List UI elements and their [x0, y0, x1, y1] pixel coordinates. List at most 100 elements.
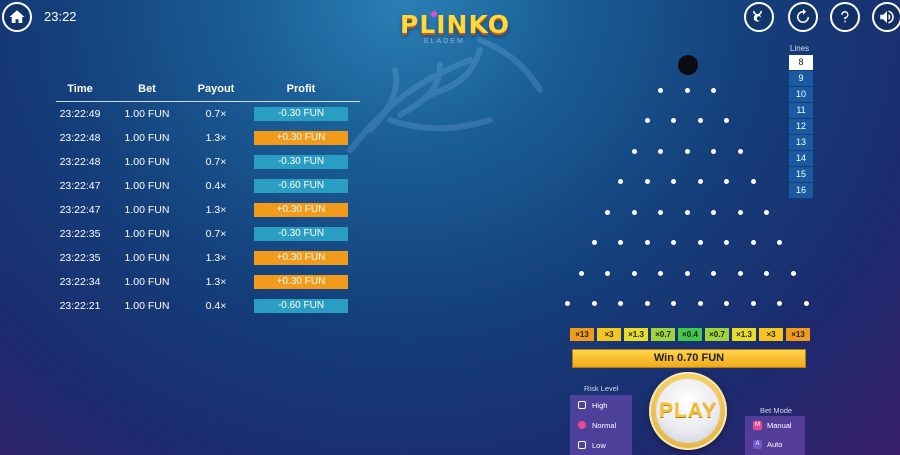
- peg: [658, 148, 663, 154]
- profit-badge: +0.30 FUN: [254, 203, 348, 217]
- lines-option-8[interactable]: 8: [789, 55, 813, 71]
- table-row: 23:22:48 1.00 FUN 0.7× -0.30 FUN: [56, 150, 360, 174]
- col-profit: Profit: [242, 80, 360, 102]
- cell-profit: -0.60 FUN: [242, 294, 360, 318]
- lines-option-13[interactable]: 13: [789, 135, 813, 151]
- cell-profit: -0.60 FUN: [242, 174, 360, 198]
- cell-time: 23:22:47: [59, 180, 101, 192]
- play-button[interactable]: PLAY: [649, 372, 727, 450]
- peg: [671, 179, 677, 184]
- peg: [631, 148, 637, 154]
- peg: [764, 270, 769, 276]
- table-header-row: Time Bet Payout Profit: [56, 80, 360, 102]
- peg: [711, 148, 716, 154]
- cell-bet: 1.00 FUN: [124, 132, 170, 144]
- peg: [644, 301, 650, 306]
- bet-mode-label: Auto: [767, 440, 783, 449]
- cell-bet: 1.00 FUN: [124, 300, 170, 312]
- logo-subtitle: ELADEM: [424, 38, 465, 45]
- multiplier-bucket: ×3: [597, 328, 621, 341]
- bet-mode-auto[interactable]: A Auto: [745, 435, 805, 454]
- peg: [618, 240, 624, 245]
- peg: [658, 209, 663, 215]
- peg: [737, 148, 743, 154]
- profit-badge: -0.30 FUN: [254, 107, 348, 121]
- profit-badge: +0.30 FUN: [254, 251, 348, 265]
- sound-button[interactable]: [872, 2, 900, 32]
- radio-icon: [578, 401, 586, 409]
- profit-badge: +0.30 FUN: [254, 275, 348, 289]
- horoscope-button[interactable]: [744, 2, 774, 32]
- table-row: 23:22:48 1.00 FUN 1.3× +0.30 FUN: [56, 126, 360, 150]
- lines-selector: 8 9 10 11 12 13 14 15 16: [789, 55, 813, 199]
- plinko-ball: [678, 55, 698, 75]
- cell-profit: -0.30 FUN: [242, 150, 360, 174]
- help-icon: [841, 11, 849, 23]
- risk-level-panel: High Normal Low: [570, 395, 632, 455]
- lines-title: Lines: [790, 44, 810, 53]
- cell-time: 23:22:34: [59, 276, 101, 288]
- peg: [605, 270, 610, 276]
- multiplier-bucket: ×0.7: [651, 328, 675, 341]
- peg: [711, 87, 716, 93]
- lines-option-16[interactable]: 16: [789, 183, 813, 199]
- risk-option-high[interactable]: High: [570, 395, 632, 415]
- peg: [631, 270, 637, 276]
- home-button[interactable]: [2, 2, 32, 32]
- lines-option-11[interactable]: 11: [789, 103, 813, 119]
- peg: [684, 148, 690, 154]
- radio-icon: [578, 421, 586, 429]
- lines-option-12[interactable]: 12: [789, 119, 813, 135]
- peg: [644, 240, 650, 245]
- play-label: PLAY: [658, 399, 718, 422]
- cell-time: 23:22:47: [59, 204, 101, 216]
- peg: [697, 301, 703, 306]
- refresh-icon: [797, 8, 809, 23]
- peg: [644, 118, 650, 123]
- lines-option-14[interactable]: 14: [789, 151, 813, 167]
- multiplier-bucket: ×13: [570, 328, 594, 341]
- radio-icon: [578, 441, 586, 449]
- peg: [737, 209, 743, 215]
- lines-option-15[interactable]: 15: [789, 167, 813, 183]
- peg: [711, 209, 716, 215]
- bet-mode-title: Bet Mode: [760, 406, 793, 415]
- risk-option-low[interactable]: Low: [570, 435, 632, 455]
- table-row: 23:22:47 1.00 FUN 1.3× +0.30 FUN: [56, 198, 360, 222]
- game-logo: PLINKO: [400, 10, 510, 39]
- cell-profit: +0.30 FUN: [242, 126, 360, 150]
- peg: [803, 301, 809, 306]
- help-button[interactable]: [830, 2, 860, 32]
- table-row: 23:22:49 1.00 FUN 0.7× -0.30 FUN: [56, 102, 360, 127]
- risk-level-title: Risk Level: [584, 384, 619, 393]
- multiplier-bucket: ×13: [786, 328, 810, 341]
- peg: [724, 240, 730, 245]
- horoscope-icon: [753, 11, 762, 22]
- peg: [750, 240, 756, 245]
- bet-mode-panel: M Manual A Auto: [745, 416, 805, 455]
- peg: [591, 240, 597, 245]
- cell-bet: 1.00 FUN: [124, 276, 170, 288]
- cell-profit: -0.30 FUN: [242, 222, 360, 246]
- lines-option-10[interactable]: 10: [789, 87, 813, 103]
- cell-profit: +0.30 FUN: [242, 270, 360, 294]
- refresh-button[interactable]: [788, 2, 818, 32]
- lines-option-9[interactable]: 9: [789, 71, 813, 87]
- peg: [724, 118, 730, 123]
- risk-option-label: Normal: [592, 420, 617, 430]
- risk-option-normal[interactable]: Normal: [570, 415, 632, 435]
- peg: [697, 118, 703, 123]
- col-time: Time: [56, 80, 104, 102]
- peg: [737, 270, 743, 276]
- peg: [578, 270, 584, 276]
- peg: [684, 270, 690, 276]
- table-row: 23:22:47 1.00 FUN 0.4× -0.60 FUN: [56, 174, 360, 198]
- cell-bet: 1.00 FUN: [124, 180, 170, 192]
- table-row: 23:22:21 1.00 FUN 0.4× -0.60 FUN: [56, 294, 360, 318]
- peg: [750, 179, 756, 184]
- peg: [777, 301, 783, 306]
- cell-payout: 0.7×: [205, 156, 227, 168]
- cell-payout: 0.4×: [205, 300, 227, 312]
- bet-mode-manual[interactable]: M Manual: [745, 416, 805, 435]
- col-payout: Payout: [190, 80, 242, 102]
